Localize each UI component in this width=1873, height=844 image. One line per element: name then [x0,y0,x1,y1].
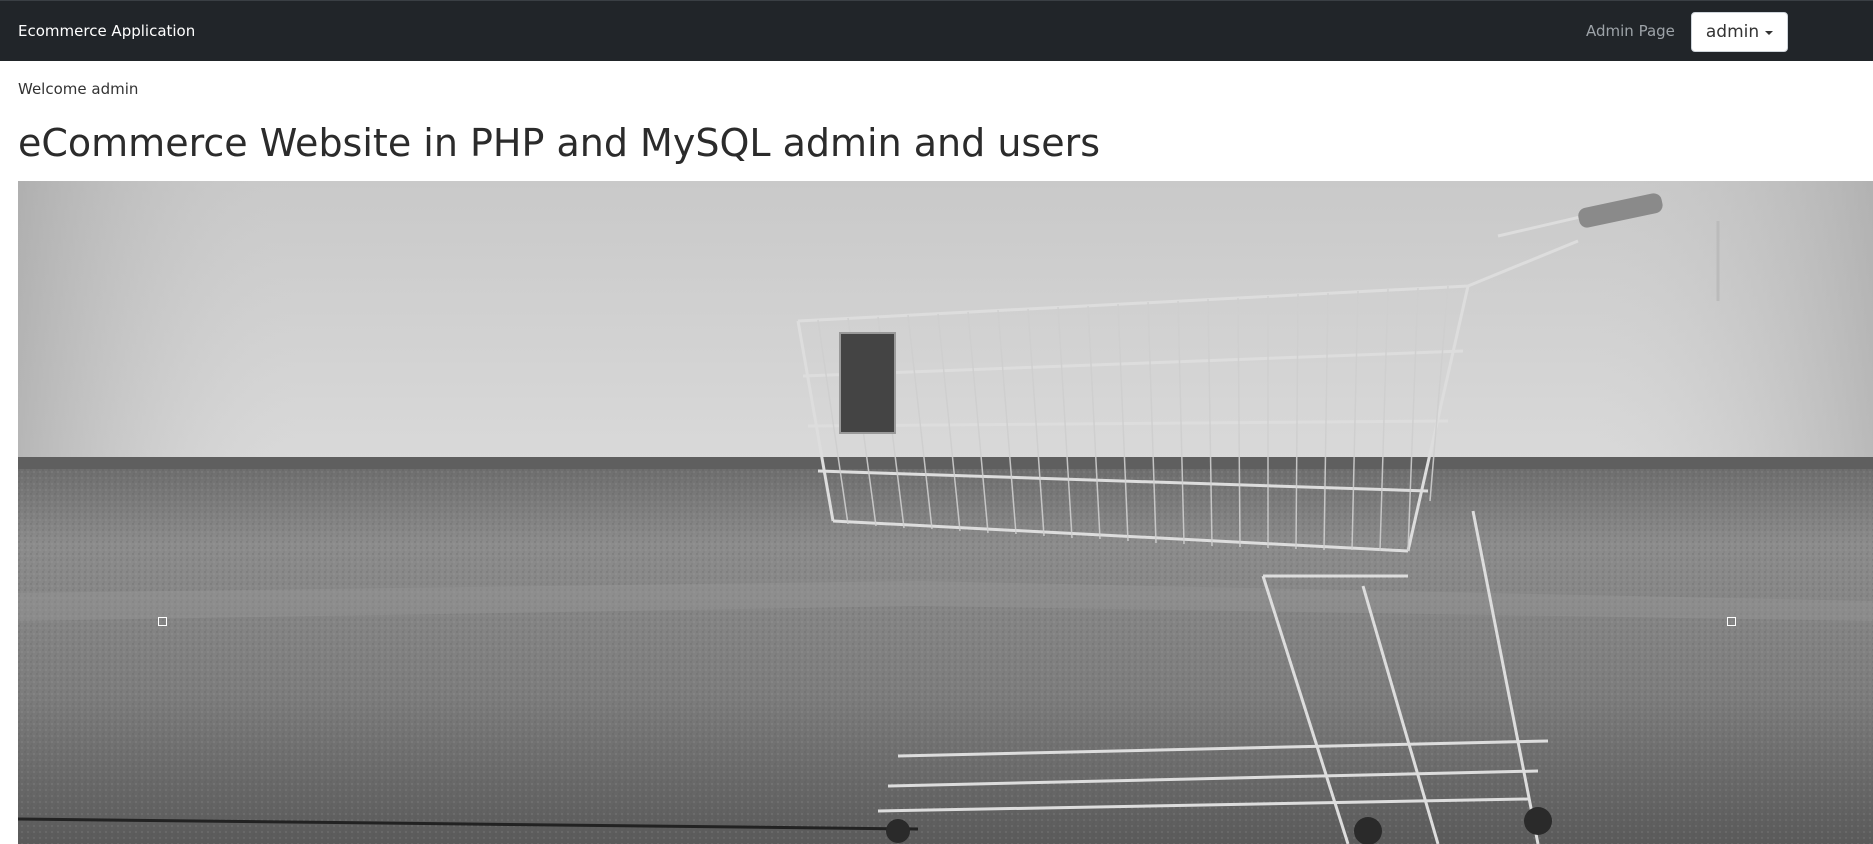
brand-link[interactable]: Ecommerce Application [18,22,195,40]
hero-image [18,181,1873,844]
welcome-message: Welcome admin [18,80,139,98]
carousel-prev-handle[interactable] [158,617,167,626]
top-navbar: Ecommerce Application Admin Page admin [0,0,1873,61]
shopping-cart-photo [18,181,1873,844]
user-menu-label: admin [1705,22,1760,42]
user-menu-button[interactable]: admin [1691,12,1788,52]
carousel-next-handle[interactable] [1727,617,1736,626]
caret-down-icon [1765,31,1774,35]
admin-page-link[interactable]: Admin Page [1586,22,1675,40]
page-title: eCommerce Website in PHP and MySQL admin… [18,121,1100,165]
